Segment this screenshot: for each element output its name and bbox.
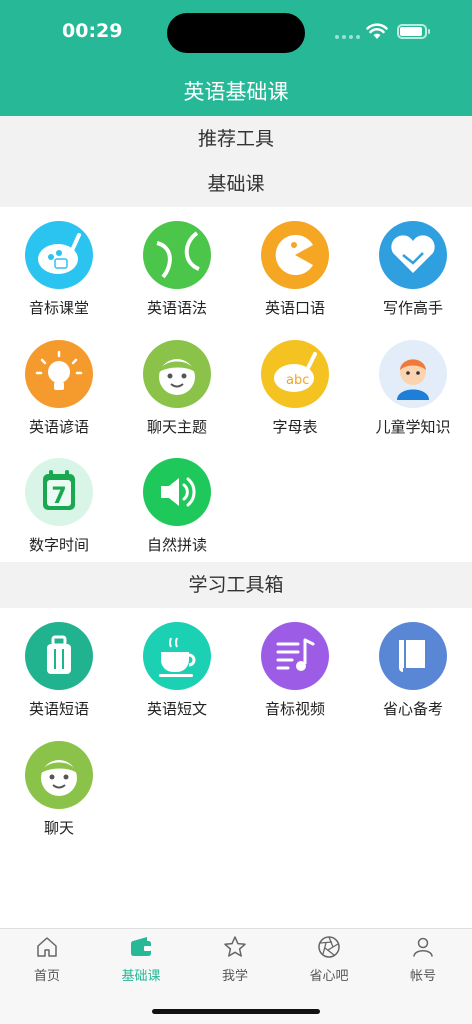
signal-icon — [335, 35, 360, 39]
pacman-icon — [261, 221, 329, 289]
svg-text:7: 7 — [51, 484, 66, 509]
person-icon — [413, 937, 433, 957]
tennis-ball-icon — [143, 221, 211, 289]
grid-item-phonics[interactable]: 自然拼读 — [118, 444, 236, 554]
grid-item-proverbs[interactable]: 英语谚语 — [0, 326, 118, 436]
tab-label: 基础课 — [121, 969, 161, 984]
music-list-icon — [261, 622, 329, 690]
book-icon — [379, 622, 447, 690]
lightbulb-icon — [25, 340, 93, 408]
tab-label: 帐号 — [409, 969, 436, 984]
tab-home[interactable]: 首页 — [0, 929, 94, 989]
wallet-icon — [131, 937, 151, 956]
grid-item-grammar[interactable]: 英语语法 — [118, 207, 236, 317]
grid-item-label: 字母表 — [272, 418, 318, 436]
grid-item-writing[interactable]: 写作高手 — [354, 207, 472, 317]
home-icon — [37, 937, 57, 957]
grid-item-phonetic-video[interactable]: 音标视频 — [236, 608, 354, 718]
tab-account[interactable]: 帐号 — [376, 929, 470, 989]
grid-item-chat-topics[interactable]: 聊天主题 — [118, 326, 236, 436]
dynamic-island — [167, 13, 305, 53]
grid-item-label: 音标视频 — [264, 700, 325, 718]
tab-my-learning[interactable]: 我学 — [188, 929, 282, 989]
tab-label: 省心吧 — [309, 969, 349, 984]
grid-item-short-essays[interactable]: 英语短文 — [118, 608, 236, 718]
home-indicator — [152, 1009, 320, 1014]
grid-item-label: 数字时间 — [28, 536, 89, 554]
tab-label: 我学 — [221, 969, 248, 984]
handshake-icon — [379, 221, 447, 289]
tab-worry-free[interactable]: 省心吧 — [282, 929, 376, 989]
grid-item-label: 英语语法 — [146, 299, 207, 317]
grid-item-exam-prep[interactable]: 省心备考 — [354, 608, 472, 718]
grid-item-label: 写作高手 — [382, 299, 443, 317]
grid-item-label: 聊天 — [43, 819, 74, 837]
face-icon — [143, 340, 211, 408]
toolbox-section-header: 学习工具箱 — [0, 562, 472, 608]
tab-label: 首页 — [33, 969, 60, 984]
grid-item-speaking[interactable]: 英语口语 — [236, 207, 354, 317]
grid-item-kids-knowledge[interactable]: 儿童学知识 — [354, 326, 472, 436]
recommended-tools-header[interactable]: 推荐工具 — [0, 116, 472, 162]
grid-item-label: 英语口语 — [264, 299, 325, 317]
grid-item-label: 音标课堂 — [28, 299, 89, 317]
grid-item-label: 聊天主题 — [146, 418, 207, 436]
palette-icon — [25, 221, 93, 289]
star-icon — [224, 936, 246, 957]
grid-item-label: 英语短文 — [146, 700, 207, 718]
aperture-icon — [318, 936, 340, 958]
grid-item-label: 自然拼读 — [146, 536, 207, 554]
teacup-icon — [143, 622, 211, 690]
grid-item-phrases[interactable]: 英语短语 — [0, 608, 118, 718]
speaker-icon — [143, 458, 211, 526]
header: 00:29 英语基础课 — [0, 0, 472, 116]
grid-item-chat[interactable]: 聊天 — [0, 727, 118, 837]
status-time: 00:29 — [62, 20, 123, 42]
grid-item-alphabet[interactable]: abc 字母表 — [236, 326, 354, 436]
tab-basic-course[interactable]: 基础课 — [94, 929, 188, 989]
suitcase-icon — [25, 622, 93, 690]
grid-item-numbers-time[interactable]: 7 数字时间 — [0, 444, 118, 554]
basic-section-header: 基础课 — [0, 162, 472, 207]
battery-icon — [397, 24, 430, 39]
page-title: 英语基础课 — [183, 80, 289, 104]
face-icon — [25, 741, 93, 809]
calendar-seven-icon: 7 — [25, 458, 93, 526]
abc-palette-icon: abc — [261, 340, 329, 408]
grid-item-label: 儿童学知识 — [375, 418, 451, 436]
child-avatar-icon — [379, 340, 447, 408]
grid-item-label: 英语谚语 — [28, 418, 89, 436]
wifi-icon — [366, 23, 388, 39]
grid-item-label: 省心备考 — [382, 700, 443, 718]
grid-item-phonetics[interactable]: 音标课堂 — [0, 207, 118, 317]
grid-item-label: 英语短语 — [28, 700, 89, 718]
